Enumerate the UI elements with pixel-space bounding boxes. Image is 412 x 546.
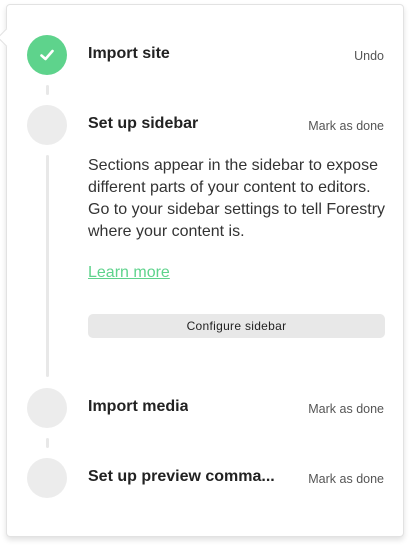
undo-button[interactable]: Undo bbox=[354, 49, 384, 63]
step-title-import-site: Import site bbox=[88, 45, 170, 62]
mark-as-done-button-media[interactable]: Mark as done bbox=[308, 402, 384, 416]
step-description: Sections appear in the sidebar to expose… bbox=[88, 157, 386, 240]
check-icon bbox=[40, 49, 54, 61]
step-pending-indicator bbox=[27, 105, 67, 145]
step-connector bbox=[46, 438, 49, 448]
popover-pointer bbox=[0, 28, 16, 47]
step-title-import-media: Import media bbox=[88, 398, 189, 415]
learn-more-link[interactable]: Learn more bbox=[88, 264, 170, 282]
mark-as-done-button-preview[interactable]: Mark as done bbox=[308, 472, 384, 486]
step-connector bbox=[46, 85, 49, 95]
step-pending-indicator bbox=[27, 458, 67, 498]
step-pending-indicator bbox=[27, 388, 67, 428]
step-title-set-up-preview-command: Set up preview comma... bbox=[88, 468, 275, 485]
step-connector bbox=[46, 155, 49, 377]
onboarding-checklist-panel: Import site Undo Set up sidebar Mark as … bbox=[0, 4, 404, 537]
step-title-set-up-sidebar: Set up sidebar bbox=[88, 115, 199, 132]
mark-as-done-button-sidebar[interactable]: Mark as done bbox=[308, 119, 384, 133]
configure-sidebar-button[interactable]: Configure sidebar bbox=[88, 314, 385, 338]
step-done-indicator bbox=[27, 35, 67, 75]
